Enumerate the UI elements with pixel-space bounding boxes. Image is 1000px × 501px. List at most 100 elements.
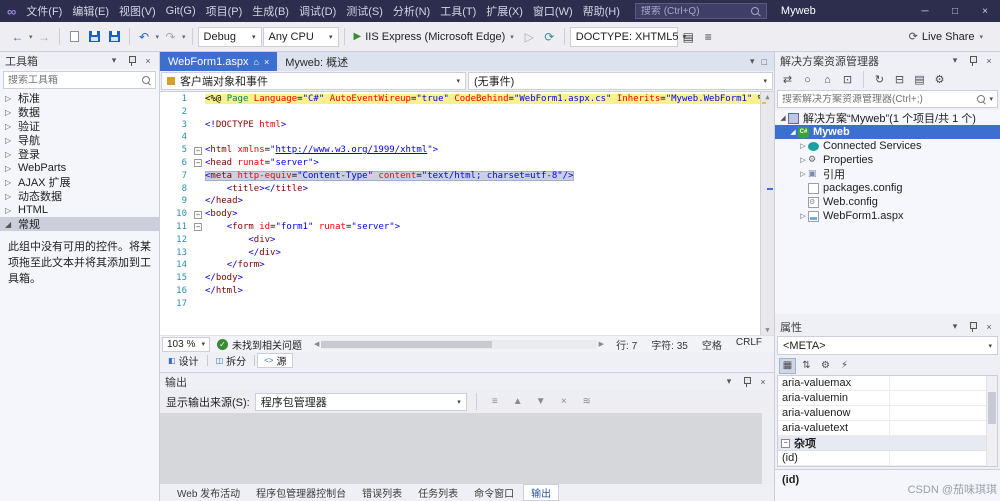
chevron-down-icon[interactable]: ▾ [989,95,993,103]
close-icon[interactable]: × [757,377,769,387]
selected-object-dropdown[interactable]: <META> ▾ [777,336,998,355]
code-line[interactable]: 4 [160,131,760,144]
tab-list-chevron-icon[interactable]: ▾ [750,56,755,67]
expander-icon[interactable]: ▷ [798,170,808,178]
sync-with-active-document-icon[interactable]: ⇄ [779,71,796,88]
tree-item-config[interactable]: Web.config [775,195,1000,209]
toolbox-category[interactable]: ◢ 常规 [0,217,159,231]
toolbox-category[interactable]: ▷ 数据 [0,105,159,119]
space-mode-indicator[interactable]: 空格 [702,337,722,352]
code-line[interactable]: 5− <html xmlns="http://www.w3.org/1999/xh… [160,144,760,157]
start-debugging-button[interactable]: ▶ IIS Express (Microsoft Edge) ▾ [350,26,519,48]
toolbox-search-box[interactable] [3,71,156,89]
menu-item[interactable]: 工具(T) [435,0,481,22]
code-line[interactable]: 12 <div> [160,234,760,247]
quick-search-box[interactable] [634,3,767,19]
output-source-select[interactable]: 程序包管理器 ▾ [254,392,467,411]
code-line[interactable]: 1 <%@ Page Language="C#" AutoEventWireup=… [160,93,760,106]
messages-list-icon[interactable]: ≡ [486,393,504,411]
output-panel-header[interactable]: 输出 ▾ × [160,373,774,390]
scroll-up-icon[interactable]: ▲ [761,93,774,101]
solution-search-input[interactable] [782,93,974,105]
comment-icon[interactable]: ≡ [699,26,718,48]
toolbox-header[interactable]: 工具箱 ▾ × [0,52,159,69]
code-editor[interactable]: 1 <%@ Page Language="C#" AutoEventWireup=… [160,92,774,335]
scrollbar-thumb[interactable] [988,392,996,424]
menu-item[interactable]: 帮助(H) [578,0,625,22]
toolbox-category[interactable]: ▷ 标准 [0,91,159,105]
close-button[interactable]: × [970,0,1000,22]
menu-item[interactable]: 测试(S) [341,0,388,22]
collapse-icon[interactable]: − [781,438,790,448]
document-health-indicator[interactable]: ✓ 未找到相关问题 [217,337,302,352]
pin-icon[interactable] [966,321,978,332]
chevron-down-icon[interactable]: ▾ [181,33,187,41]
expander-icon[interactable]: ◢ [788,128,798,136]
properties-scrollbar[interactable] [986,376,997,466]
tree-item-properties[interactable]: ▷ Properties [775,153,1000,167]
horizontal-scrollbar[interactable]: ◀ ▶ [314,336,604,352]
toolbox-category[interactable]: ▷ WebParts [0,161,159,175]
chevron-down-icon[interactable]: ▾ [155,33,161,41]
expander-icon[interactable]: ▷ [5,94,14,103]
code-line[interactable]: 6− <head runat="server"> [160,157,760,170]
close-icon[interactable]: × [983,56,995,66]
tree-item-aspx[interactable]: ▷ WebForm1.aspx [775,209,1000,223]
switch-views-icon[interactable]: ⊡ [839,71,856,88]
code-line[interactable]: 10− <body> [160,208,760,221]
menu-item[interactable]: 分析(N) [388,0,435,22]
live-share-button[interactable]: ⟳ Live Share ▾ [909,30,992,44]
scroll-left-icon[interactable]: ◀ [314,340,319,348]
tree-item-solution[interactable]: ◢ 解决方案“Myweb”(1 个项目/共 1 个) [775,111,1000,125]
previous-message-icon[interactable]: ▲ [509,393,527,411]
expander-icon[interactable]: ◢ [5,220,14,229]
solution-explorer-header[interactable]: 解决方案资源管理器 ▾ × [775,52,1000,69]
close-icon[interactable]: × [983,322,995,332]
zoom-select[interactable]: 103 % ▾ [162,336,210,352]
expander-icon[interactable]: ▷ [5,122,14,131]
property-value[interactable] [890,391,997,405]
expander-icon[interactable]: ▷ [5,164,14,173]
close-icon[interactable]: × [264,57,269,67]
expander-icon[interactable]: ▷ [798,142,808,150]
expander-icon[interactable]: ▷ [5,136,14,145]
expander-icon[interactable]: ▷ [5,206,14,215]
panel-tab[interactable]: 错误列表 [355,484,409,501]
toolbox-category[interactable]: ▷ 动态数据 [0,189,159,203]
format-document-icon[interactable]: ▤ [679,26,698,48]
next-message-icon[interactable]: ▼ [532,393,550,411]
collapse-all-icon[interactable]: ⊟ [891,71,908,88]
fold-toggle-icon[interactable]: − [194,146,202,155]
code-line[interactable]: 7 <meta http-equiv="Content-Type" content… [160,170,760,183]
toolbox-search-input[interactable] [8,74,138,86]
source-view-button[interactable]: <> 源 [257,352,294,368]
chevron-down-icon[interactable]: ▾ [949,321,961,332]
categorized-icon[interactable]: ▦ [779,357,796,374]
scrollbar-thumb[interactable] [321,340,493,348]
editor-vertical-scrollbar[interactable]: ▲ ▼ [760,92,774,335]
pending-changes-filter-icon[interactable]: ○ [799,71,816,88]
menu-item[interactable]: Git(G) [161,0,201,22]
code-line[interactable]: 15 </body> [160,272,760,285]
tree-item-project[interactable]: ◢ Myweb [775,125,1000,139]
code-line[interactable]: 9 </head> [160,195,760,208]
show-all-files-icon[interactable]: ▤ [911,71,928,88]
menu-item[interactable]: 调试(D) [294,0,341,22]
property-row[interactable]: (id) [778,451,997,466]
menu-item[interactable]: 扩展(X) [481,0,528,22]
doctype-select[interactable]: DOCTYPE: XHTML5 ▾ [569,26,686,47]
refresh-icon[interactable]: ↻ [871,71,888,88]
chevron-down-icon[interactable]: ▾ [949,55,961,66]
code-line[interactable]: 2 [160,106,760,119]
properties-view-icon[interactable]: ⚙ [817,358,834,374]
clear-all-icon[interactable]: × [555,393,573,411]
maximize-button[interactable]: □ [940,0,970,22]
properties-icon[interactable]: ⚙ [931,71,948,88]
property-category-row[interactable]: − 杂项 [778,436,997,451]
properties-header[interactable]: 属性 ▾ × [775,318,1000,335]
pin-icon[interactable] [125,55,137,66]
menu-item[interactable]: 项目(P) [201,0,248,22]
code-line[interactable]: 8 <title></title> [160,183,760,196]
pin-icon[interactable] [966,55,978,66]
scroll-right-icon[interactable]: ▶ [599,340,604,348]
